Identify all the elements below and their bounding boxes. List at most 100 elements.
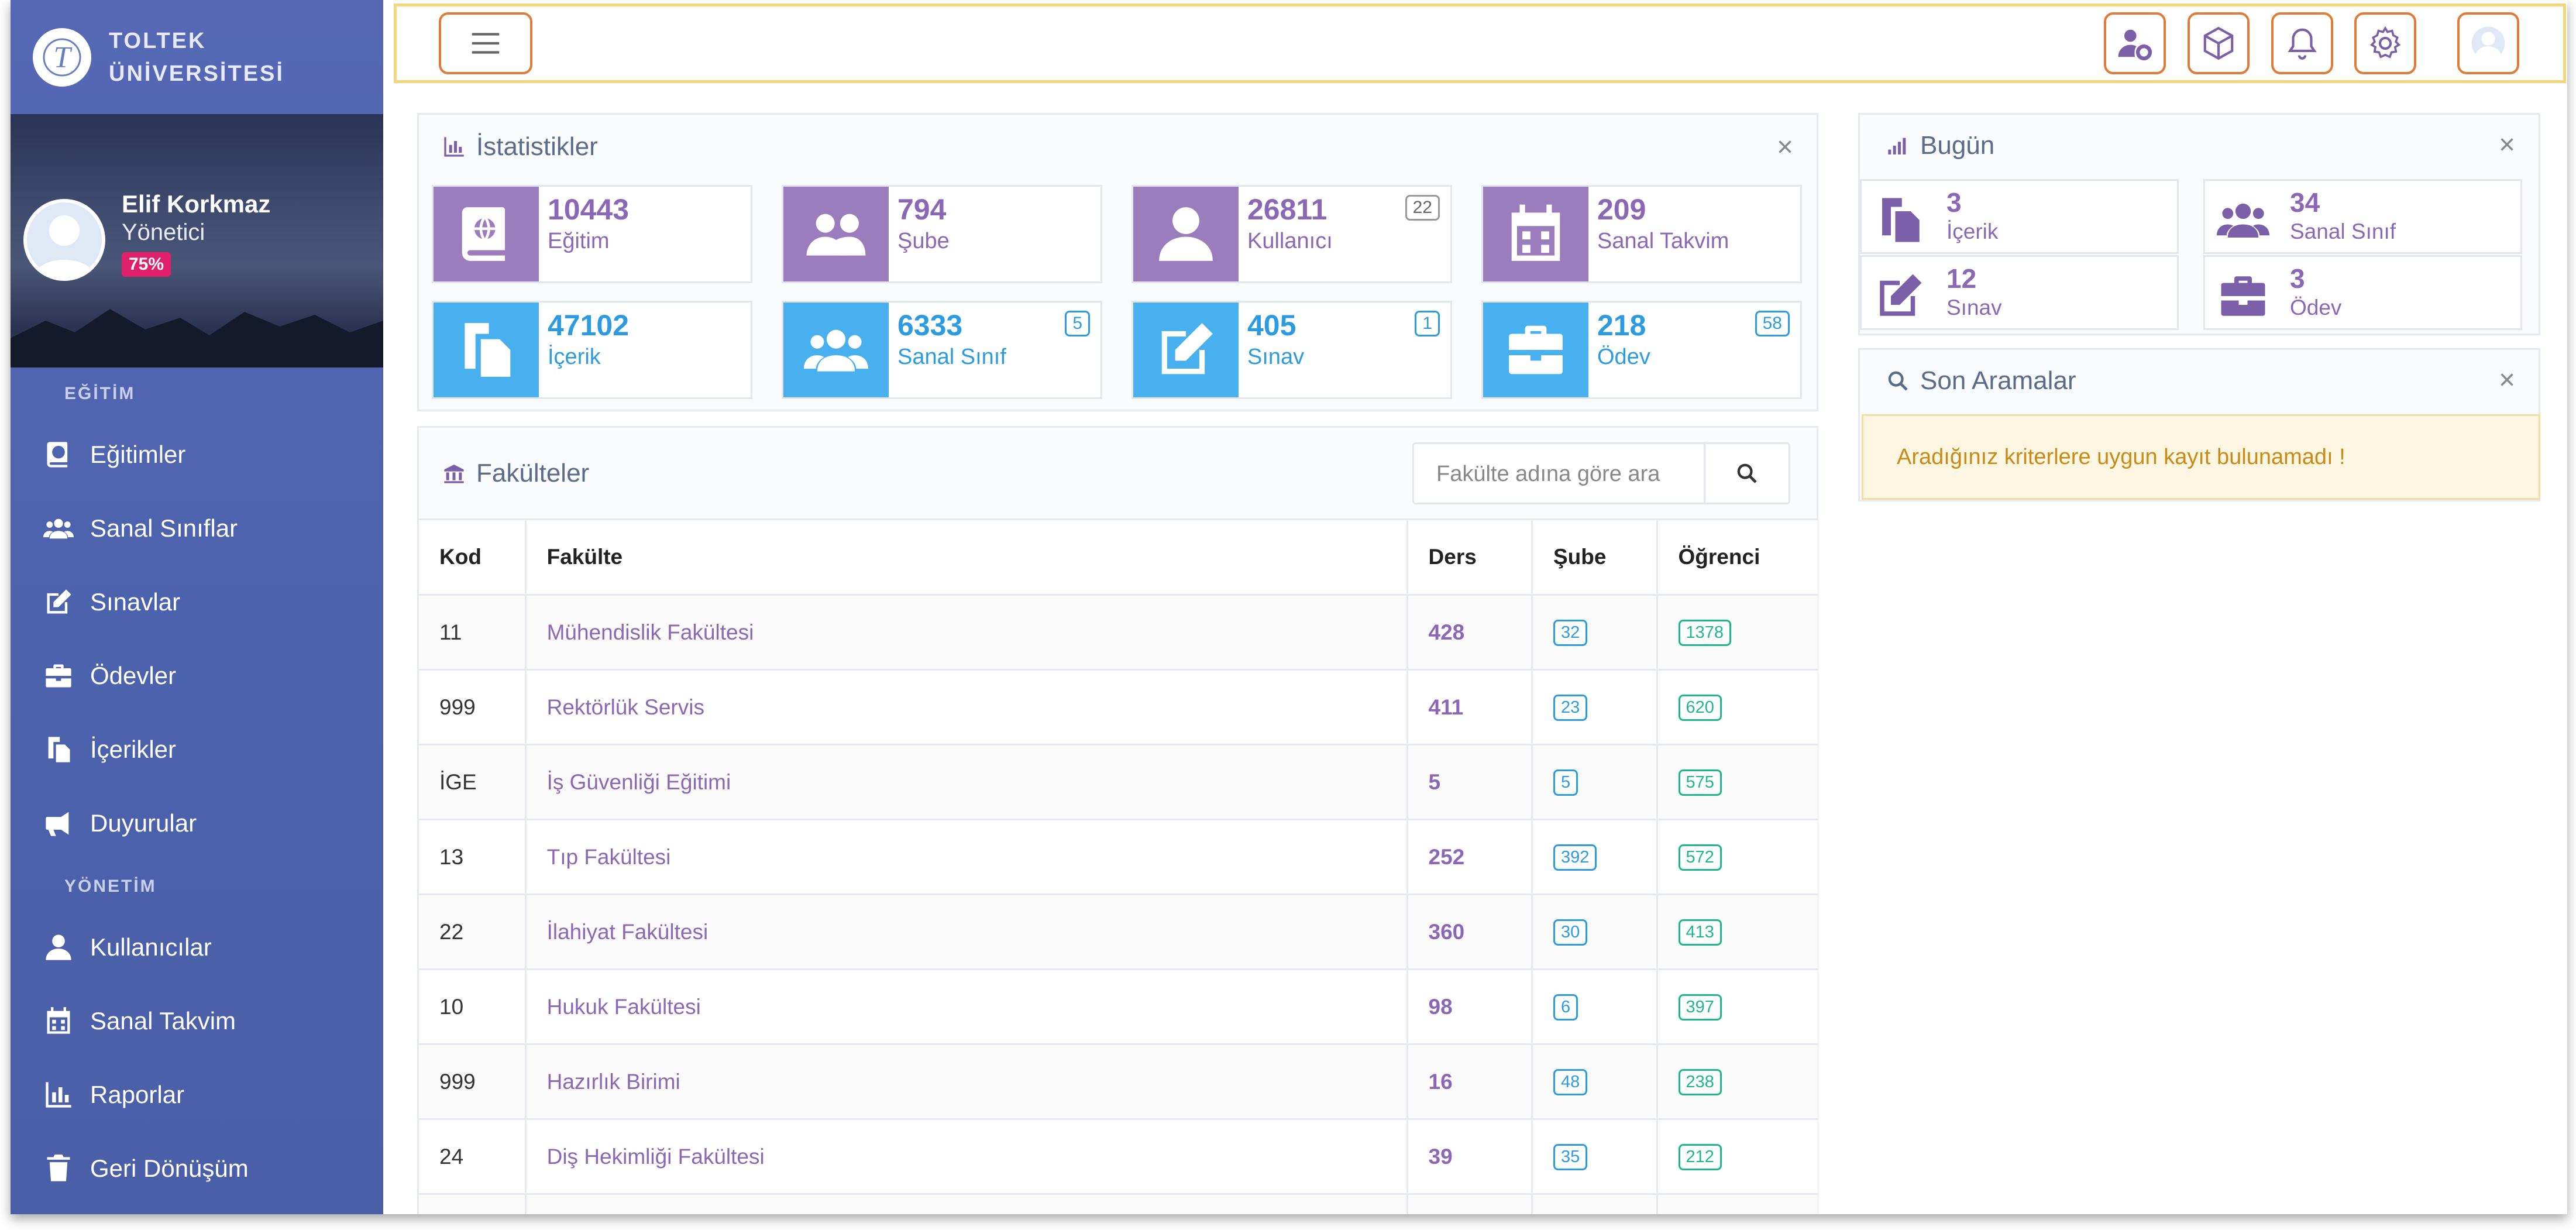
stat-badge: 1 bbox=[1415, 311, 1440, 336]
table-row[interactable]: 22 İlahiyat Fakültesi 360 30 413 bbox=[419, 894, 1818, 970]
cell-ders: 411 bbox=[1407, 669, 1533, 745]
stat-label: Şube bbox=[897, 229, 950, 253]
today-card-sanal-sinif[interactable]: 34 Sanal Sınıf bbox=[2203, 179, 2522, 254]
faculties-table: Kod Fakülte Ders Şube Öğrenci 11 Mühendi… bbox=[419, 518, 1818, 1214]
stat-card-icerik[interactable]: 47102 İçerik bbox=[432, 301, 752, 399]
today-label: Sanal Sınıf bbox=[2290, 219, 2396, 243]
nav-item-egitimler[interactable]: Eğitimler bbox=[11, 418, 383, 492]
modules-button[interactable] bbox=[2188, 12, 2250, 74]
cell-fakulte-link[interactable]: Rektörlük Servis bbox=[525, 669, 1408, 745]
stat-card-kullanici[interactable]: 26811 Kullanıcı 22 bbox=[1131, 185, 1452, 283]
sidebar-toggle-button[interactable] bbox=[439, 12, 532, 74]
table-row[interactable]: İGE İş Güvenliği Eğitimi 5 5 575 bbox=[419, 744, 1818, 820]
today-card-odev[interactable]: 3 Ödev bbox=[2203, 255, 2522, 330]
stat-card-sube[interactable]: 794 Şube bbox=[782, 185, 1102, 283]
close-icon[interactable]: × bbox=[1777, 131, 1793, 163]
hamburger-menu-icon bbox=[472, 33, 500, 54]
nav-item-icerikler[interactable]: İçerikler bbox=[11, 713, 383, 786]
cell-fakulte-link[interactable]: Hukuk Fakültesi bbox=[525, 969, 1408, 1045]
stat-card-odev[interactable]: 218 Ödev 58 bbox=[1481, 301, 1802, 399]
cell-fakulte-link[interactable]: Diş Hekimliği Fakültesi bbox=[525, 1119, 1408, 1195]
stat-card-sanal-takvim[interactable]: 209 Sanal Takvim bbox=[1481, 185, 1802, 283]
sube-badge: 35 bbox=[1553, 1144, 1588, 1170]
search-button[interactable] bbox=[1704, 444, 1789, 503]
settings-button[interactable] bbox=[2354, 12, 2416, 74]
ogrenci-badge: 238 bbox=[1678, 1069, 1722, 1095]
edit-icon bbox=[1133, 303, 1239, 397]
nav-item-kullanicilar[interactable]: Kullanıcılar bbox=[11, 911, 383, 984]
ogrenci-badge: 572 bbox=[1678, 844, 1722, 871]
user-avatar[interactable] bbox=[23, 199, 105, 281]
cell-ders: 360 bbox=[1407, 894, 1533, 970]
sube-badge: 48 bbox=[1553, 1069, 1588, 1095]
cube-icon bbox=[2203, 26, 2234, 60]
nav-item-odevler[interactable]: Ödevler bbox=[11, 639, 383, 713]
column-header-ogrenci[interactable]: Öğrenci bbox=[1657, 518, 1818, 596]
megaphone-icon bbox=[46, 812, 69, 836]
signal-icon bbox=[1888, 138, 1906, 154]
column-header-fakulte[interactable]: Fakülte bbox=[525, 518, 1408, 596]
university-icon bbox=[444, 464, 464, 483]
table-row[interactable]: 999 Hazırlık Birimi 16 48 238 bbox=[419, 1044, 1818, 1120]
nav-item-duyurular[interactable]: Duyurular bbox=[11, 786, 383, 860]
nav-item-sanal-siniflar[interactable]: Sanal Sınıflar bbox=[11, 492, 383, 565]
table-row[interactable]: 10 Hukuk Fakültesi 98 6 397 bbox=[419, 969, 1818, 1045]
stat-card-egitim[interactable]: 10443 Eğitim bbox=[432, 185, 752, 283]
briefcase-icon bbox=[1483, 303, 1588, 397]
cell-ders: 98 bbox=[1407, 969, 1533, 1045]
column-header-kod[interactable]: Kod bbox=[419, 518, 527, 596]
cell-fakulte-link[interactable]: İlahiyat Fakültesi bbox=[525, 894, 1408, 970]
sube-badge: 5 bbox=[1553, 769, 1578, 796]
stat-label: Kullanıcı bbox=[1247, 229, 1333, 253]
stat-card-sanal-sinif[interactable]: 6333 Sanal Sınıf 5 bbox=[782, 301, 1102, 399]
stat-card-sinav[interactable]: 405 Sınav 1 bbox=[1131, 301, 1452, 399]
today-panel: Bugün × 3 İçerik 34 Sanal Sınıf 12 Sınav… bbox=[1858, 113, 2540, 335]
edit-icon bbox=[47, 589, 71, 614]
table-row[interactable]: 999 Rektörlük Servis 411 23 620 bbox=[419, 669, 1818, 745]
notifications-button[interactable] bbox=[2271, 12, 2333, 74]
stat-label: Ödev bbox=[1597, 345, 1650, 369]
recent-searches-panel: Son Aramalar × Aradığınız kriterlere uyg… bbox=[1858, 348, 2540, 501]
cell-fakulte-link[interactable]: Hazırlık Birimi bbox=[525, 1044, 1408, 1120]
cell-kod: 999 bbox=[419, 1044, 527, 1120]
sube-badge: 23 bbox=[1553, 695, 1588, 721]
stat-label: Sınav bbox=[1247, 345, 1305, 369]
today-value: 3 bbox=[1946, 187, 1962, 218]
cell-kod: 22 bbox=[419, 894, 527, 970]
stat-badge: 58 bbox=[1755, 311, 1790, 336]
svg-text:T: T bbox=[54, 41, 73, 74]
brand-name-line2: ÜNİVERSİTESİ bbox=[109, 61, 284, 86]
brand[interactable]: T TOLTEK ÜNİVERSİTESİ bbox=[11, 0, 383, 114]
no-results-alert: Aradığınız kriterlere uygun kayıt buluna… bbox=[1862, 414, 2540, 500]
cell-fakulte-link[interactable]: Tıp Fakültesi bbox=[525, 819, 1408, 895]
stat-value: 405 bbox=[1247, 309, 1296, 342]
column-header-ders[interactable]: Ders bbox=[1407, 518, 1533, 596]
briefcase-icon bbox=[46, 664, 71, 688]
nav-item-geri-donusum[interactable]: Geri Dönüşüm bbox=[11, 1132, 383, 1205]
today-value: 34 bbox=[2290, 187, 2320, 218]
close-icon[interactable]: × bbox=[2499, 364, 2515, 396]
user-settings-button[interactable] bbox=[2104, 12, 2166, 74]
cell-fakulte-link[interactable]: Mühendislik Fakültesi bbox=[525, 595, 1408, 671]
today-label: Ödev bbox=[2290, 296, 2342, 319]
today-value: 3 bbox=[2290, 263, 2305, 294]
cell-fakulte-link[interactable]: İş Güvenliği Eğitimi bbox=[525, 744, 1408, 820]
user-icon bbox=[1133, 187, 1239, 281]
search-input[interactable]: Fakülte adına göre ara bbox=[1436, 462, 1660, 487]
close-icon[interactable]: × bbox=[2499, 129, 2515, 161]
table-row[interactable]: 13 Tıp Fakültesi 252 392 572 bbox=[419, 819, 1818, 895]
today-card-icerik[interactable]: 3 İçerik bbox=[1860, 179, 2179, 254]
today-card-sinav[interactable]: 12 Sınav bbox=[1860, 255, 2179, 330]
faculties-panel: Fakülteler Fakülte adına göre ara Kod Fa… bbox=[417, 426, 1818, 1214]
nav-item-label: Sınavlar bbox=[90, 588, 181, 616]
column-header-sube[interactable]: Şube bbox=[1532, 518, 1658, 596]
table-row[interactable]: 24 Diş Hekimliği Fakültesi 39 35 212 bbox=[419, 1119, 1818, 1195]
nav-item-raporlar[interactable]: Raporlar bbox=[11, 1058, 383, 1132]
profile-button[interactable] bbox=[2457, 12, 2519, 74]
nav-item-sanal-takvim[interactable]: Sanal Takvim bbox=[11, 984, 383, 1058]
table-row[interactable]: 11 Mühendislik Fakültesi 428 32 1378 bbox=[419, 595, 1818, 671]
nav-item-label: Ödevler bbox=[90, 662, 177, 689]
nav-item-label: Sanal Takvim bbox=[90, 1007, 236, 1035]
nav-item-sinavlar[interactable]: Sınavlar bbox=[11, 565, 383, 639]
sube-badge: 392 bbox=[1553, 844, 1597, 871]
